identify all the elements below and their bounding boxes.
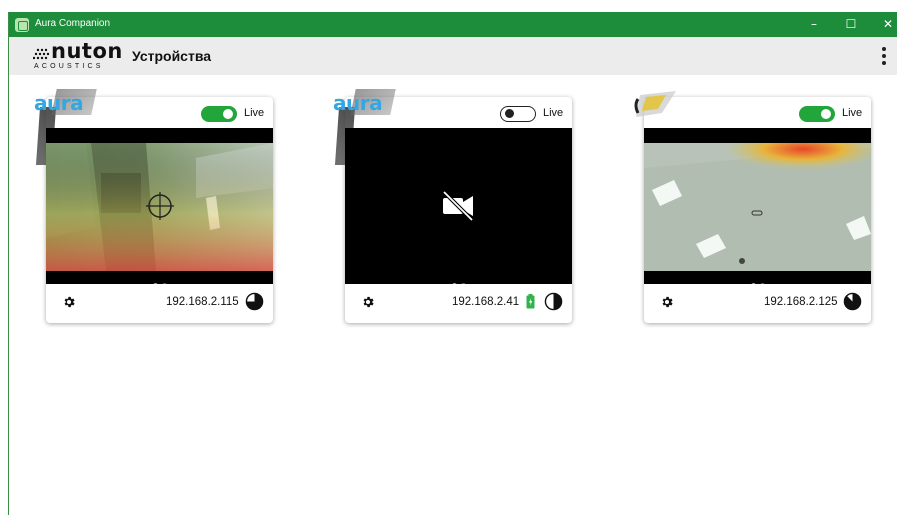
pie-status-icon <box>544 292 563 311</box>
page-title: Устройства <box>132 48 212 64</box>
camera-view[interactable] <box>345 128 572 284</box>
device-card[interactable]: aura Live 192.168.2.115 <box>34 89 273 323</box>
gear-icon[interactable] <box>361 295 375 309</box>
app-icon <box>15 18 29 32</box>
gear-icon[interactable] <box>62 295 76 309</box>
app-window: Aura Companion – ☐ ✕ nuton ACOUSTICS Уст… <box>8 12 897 515</box>
card-footer: 192.168.2.115 <box>46 284 273 323</box>
aura-logo: aura <box>333 89 396 117</box>
camera-view[interactable] <box>644 128 871 284</box>
live-label: Live <box>842 107 863 119</box>
app-bar: nuton ACOUSTICS Устройства <box>9 37 897 75</box>
camera-view[interactable] <box>46 128 273 284</box>
more-vertical-icon <box>882 47 886 51</box>
device-thumbnail-logo <box>634 91 676 117</box>
pager-dots[interactable] <box>644 275 871 284</box>
gear-icon[interactable] <box>660 295 674 309</box>
close-button[interactable]: ✕ <box>870 12 897 37</box>
heatmap-ceiling-image <box>644 128 871 284</box>
device-ip: 192.168.2.41 <box>452 296 520 308</box>
heatmap-room-image <box>46 128 273 284</box>
live-label: Live <box>543 107 564 119</box>
nuton-logo: nuton ACOUSTICS <box>33 39 123 73</box>
device-ip: 192.168.2.125 <box>764 296 838 308</box>
live-toggle[interactable] <box>500 106 536 122</box>
logo-subtitle: ACOUSTICS <box>34 63 104 70</box>
live-toggle[interactable] <box>201 106 237 122</box>
card-footer: 192.168.2.125 <box>644 284 871 323</box>
maximize-button[interactable]: ☐ <box>833 12 869 37</box>
logo-word: nuton <box>51 39 123 63</box>
more-menu-button[interactable] <box>876 45 892 67</box>
card-header: Live <box>634 91 871 128</box>
minimize-button[interactable]: – <box>796 12 832 37</box>
video-off-icon <box>345 128 572 284</box>
device-card[interactable]: aura Live 192.168.2.41 <box>333 89 572 323</box>
device-card[interactable]: Live 192.168.2.125 <box>634 91 871 323</box>
title-bar: Aura Companion – ☐ ✕ <box>9 12 897 37</box>
pie-status-icon <box>843 292 862 311</box>
card-header: aura Live <box>34 89 273 165</box>
logo-dots-icon <box>33 48 50 60</box>
card-header: aura Live <box>333 89 572 165</box>
live-toggle[interactable] <box>799 106 835 122</box>
window-title: Aura Companion <box>35 18 111 29</box>
aura-logo: aura <box>34 89 97 117</box>
pager-dots[interactable] <box>345 275 572 284</box>
pager-dots[interactable] <box>46 275 273 284</box>
device-ip: 192.168.2.115 <box>166 296 239 308</box>
live-label: Live <box>244 107 265 119</box>
card-footer: 192.168.2.41 <box>345 284 572 323</box>
pie-status-icon <box>245 292 264 311</box>
battery-icon <box>526 294 535 309</box>
